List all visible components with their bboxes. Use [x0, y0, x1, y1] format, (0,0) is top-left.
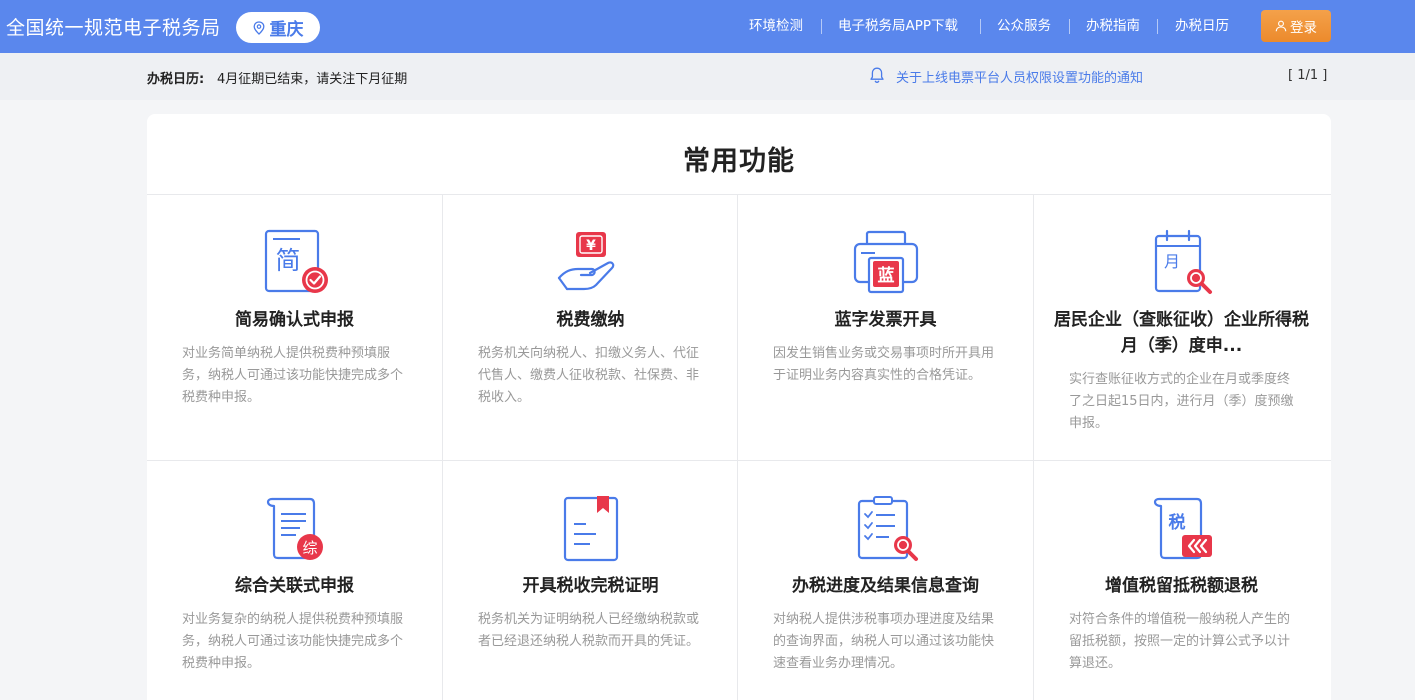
nav-separator — [821, 19, 822, 34]
function-blue-invoice[interactable]: 蓝 蓝字发票开具 因发生销售业务或交易事项时所开具用于证明业务内容真实性的合格凭… — [738, 195, 1033, 460]
function-desc: 税务机关为证明纳税人已经缴纳税款或者已经退还纳税人税款而开具的凭证。 — [478, 612, 700, 649]
function-desc: 对业务复杂的纳税人提供税费种预填服务，纳税人可通过该功能快捷完成多个税费种申报。 — [182, 612, 404, 671]
progress-query-icon — [857, 496, 918, 561]
function-simple-declaration[interactable]: 简 简易确认式申报 对业务简单纳税人提供税费种预填服务，纳税人可通过该功能快捷完… — [147, 195, 442, 460]
nav-separator — [1157, 19, 1158, 34]
top-header: 全国统一规范电子税务局 重庆 环境检测 电子税务局APP下载 公众服务 办税指南… — [0, 0, 1415, 53]
nav-separator — [980, 19, 981, 34]
function-title: 居民企业（查账征收）企业所得税月（季）度申... — [1054, 310, 1309, 356]
function-tax-payment[interactable]: ¥ 税费缴纳 税务机关向纳税人、扣缴义务人、代征代售人、缴费人征收税款、社保费、… — [443, 195, 738, 460]
calendar-text: 4月征期已结束，请关注下月征期 — [217, 72, 408, 87]
nav-app-download[interactable]: 电子税务局APP下载 — [838, 17, 958, 35]
monthly-calendar-search-icon: 月 — [1154, 229, 1212, 294]
svg-text:¥: ¥ — [586, 238, 596, 254]
login-label: 登录 — [1290, 20, 1317, 36]
nav-separator — [1069, 19, 1070, 34]
top-nav: 环境检测 电子税务局APP下载 公众服务 办税指南 办税日历 — [0, 17, 1415, 37]
function-title: 蓝字发票开具 — [834, 310, 937, 330]
svg-text:月: 月 — [1164, 252, 1180, 271]
tax-certificate-icon — [563, 496, 619, 562]
function-title: 开具税收完税证明 — [522, 576, 659, 596]
function-title: 简易确认式申报 — [235, 310, 354, 330]
nav-public-service[interactable]: 公众服务 — [997, 17, 1051, 35]
function-comprehensive-declaration[interactable]: 综 综合关联式申报 对业务复杂的纳税人提供税费种预填服务，纳税人可通过该功能快捷… — [147, 461, 442, 700]
announcement-link[interactable]: 关于上线电票平台人员权限设置功能的通知 — [896, 67, 1143, 86]
svg-text:蓝: 蓝 — [878, 266, 895, 286]
function-tax-certificate[interactable]: 开具税收完税证明 税务机关为证明纳税人已经缴纳税款或者已经退还纳税人税款而开具的… — [443, 461, 738, 700]
function-title: 综合关联式申报 — [235, 576, 354, 596]
login-button[interactable]: 登录 — [1261, 10, 1331, 42]
function-title: 增值税留抵税额退税 — [1105, 576, 1258, 596]
notice-bar: 办税日历: 4月征期已结束，请关注下月征期 关于上线电票平台人员权限设置功能的通… — [0, 53, 1415, 100]
calendar-label: 办税日历: — [147, 72, 205, 87]
function-corporate-income-tax[interactable]: 月 居民企业（查账征收）企业所得税月（季）度申... 实行查账征收方式的企业在月… — [1034, 195, 1329, 460]
function-vat-refund[interactable]: 税 增值税留抵税额退税 对符合条件的增值税一般纳税人产生的留抵税额，按照一定的计… — [1034, 461, 1329, 700]
svg-text:综: 综 — [302, 539, 317, 557]
function-desc: 税务机关向纳税人、扣缴义务人、代征代售人、缴费人征收税款、社保费、非税收入。 — [478, 346, 700, 405]
function-title: 税费缴纳 — [556, 310, 625, 330]
common-functions-card: 常用功能 简 简易确认式申报 对业务简单纳税人提供税费种预填服务，纳税人可通过该… — [147, 114, 1331, 700]
nav-tax-guide[interactable]: 办税指南 — [1086, 17, 1140, 35]
section-title: 常用功能 — [683, 146, 795, 177]
simple-declaration-icon: 简 — [264, 229, 328, 293]
vat-refund-icon: 税 — [1153, 497, 1212, 560]
tax-payment-icon: ¥ — [557, 232, 615, 291]
function-desc: 实行查账征收方式的企业在月或季度终了之日起15日内，进行月（季）度预缴申报。 — [1069, 372, 1294, 431]
notice-pager: [ 1/1 ] — [1288, 68, 1328, 83]
svg-text:简: 简 — [275, 246, 300, 275]
invoice-printer-icon: 蓝 — [853, 230, 919, 294]
user-icon — [1275, 20, 1287, 32]
function-desc: 对纳税人提供涉税事项办理进度及结果的查询界面，纳税人可以通过该功能快速查看业务办… — [773, 612, 995, 671]
nav-tax-calendar[interactable]: 办税日历 — [1175, 17, 1229, 35]
bell-icon — [870, 67, 884, 83]
comprehensive-declaration-icon: 综 — [266, 497, 323, 560]
svg-text:税: 税 — [1169, 512, 1186, 533]
nav-env-check[interactable]: 环境检测 — [749, 17, 803, 35]
function-desc: 对符合条件的增值税一般纳税人产生的留抵税额，按照一定的计算公式予以计算退还。 — [1069, 612, 1291, 671]
function-title: 办税进度及结果信息查询 — [792, 576, 979, 596]
function-desc: 对业务简单纳税人提供税费种预填服务，纳税人可通过该功能快捷完成多个税费种申报。 — [182, 346, 404, 405]
function-progress-query[interactable]: 办税进度及结果信息查询 对纳税人提供涉税事项办理进度及结果的查询界面，纳税人可以… — [738, 461, 1033, 700]
function-desc: 因发生销售业务或交易事项时所开具用于证明业务内容真实性的合格凭证。 — [773, 346, 995, 383]
